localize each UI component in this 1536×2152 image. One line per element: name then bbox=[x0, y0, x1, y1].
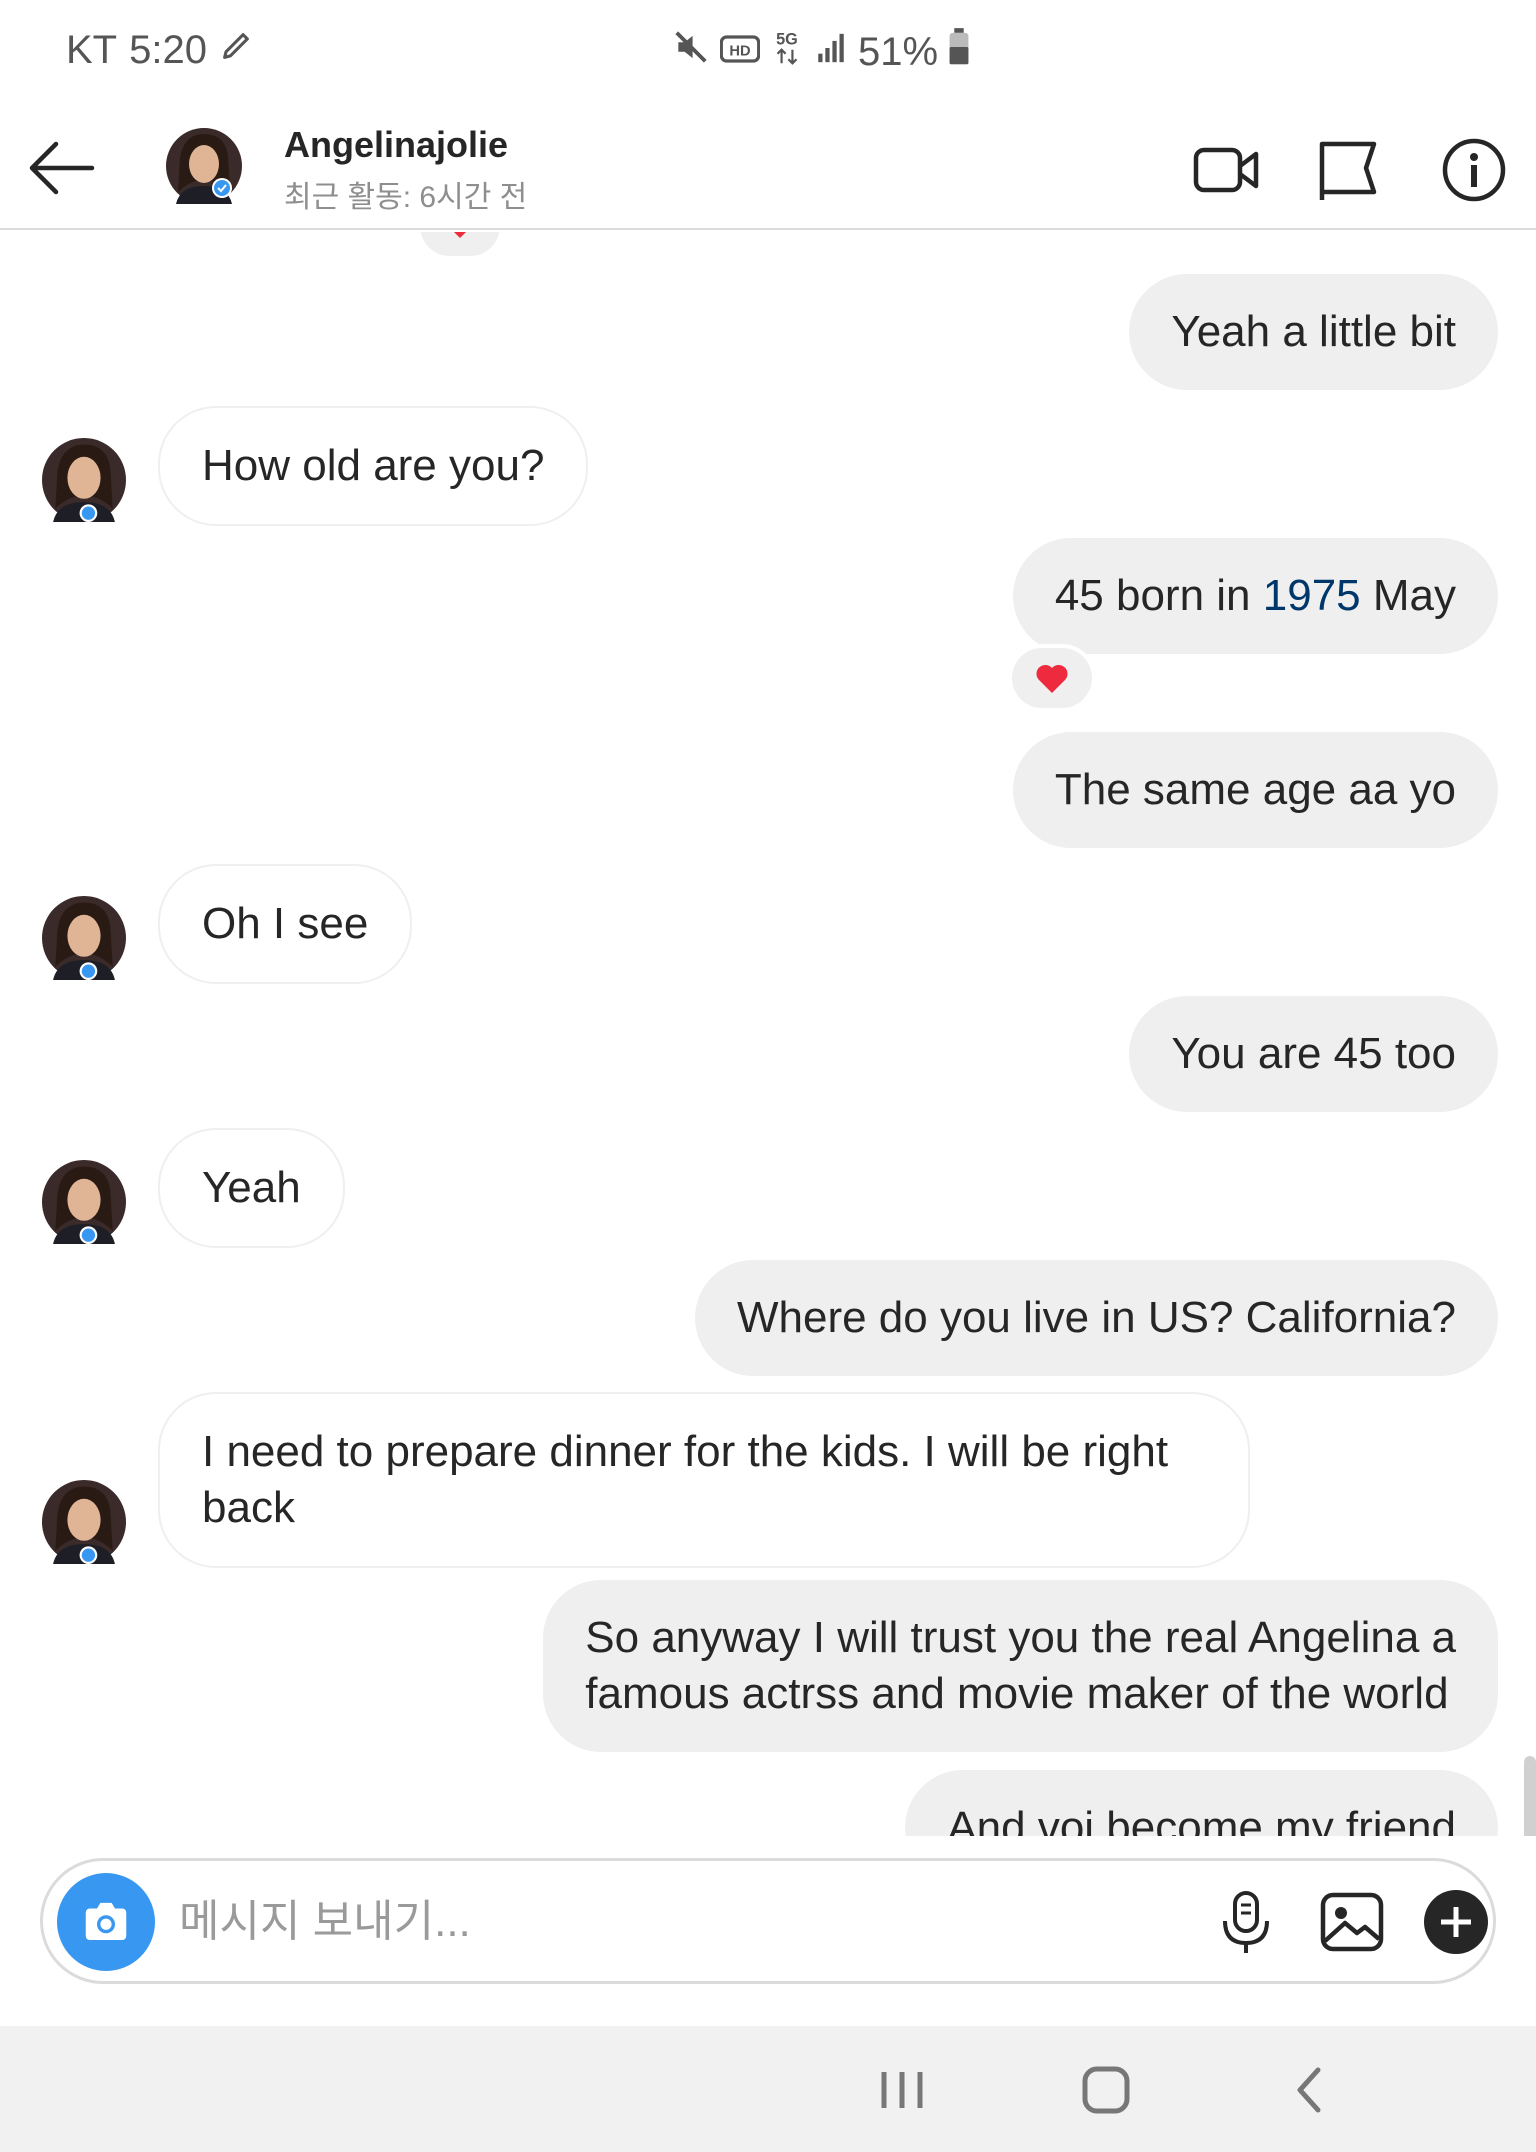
message-bubble-sent[interactable]: And voi become my friend bbox=[905, 1770, 1498, 1836]
svg-text:5G: 5G bbox=[776, 30, 798, 48]
message-text-after: May bbox=[1360, 571, 1456, 620]
message-text: Where do you live in US? California? bbox=[736, 1293, 1456, 1342]
message-text: How old are you? bbox=[202, 441, 545, 490]
plus-icon bbox=[1424, 1890, 1488, 1954]
message-text-line: famous actrss and movie maker of the wor… bbox=[585, 1669, 1449, 1718]
message-text: The same age aa yo bbox=[1054, 765, 1456, 814]
message-text-line: I need to prepare dinner for the kids. I… bbox=[202, 1427, 1169, 1476]
svg-text:HD: HD bbox=[729, 43, 750, 59]
home-button[interactable] bbox=[1076, 2062, 1136, 2118]
back-button[interactable] bbox=[26, 136, 98, 200]
recent-apps-button[interactable] bbox=[872, 2062, 932, 2118]
recent-apps-icon bbox=[881, 2072, 923, 2108]
edit-icon bbox=[219, 28, 253, 73]
activity-status: 최근 활동: 6시간 전 bbox=[284, 181, 528, 214]
back-arrow-icon bbox=[29, 141, 95, 195]
message-text: Yeah bbox=[202, 1163, 301, 1212]
system-navigation-bar bbox=[0, 2026, 1536, 2152]
hd-icon: HD bbox=[719, 30, 761, 75]
carrier-label: KT bbox=[66, 28, 118, 72]
message-text-line: So anyway I will trust you the real Ange… bbox=[585, 1613, 1456, 1662]
info-icon bbox=[1442, 138, 1506, 202]
message-bubble-received[interactable]: How old are you? bbox=[158, 406, 589, 526]
message-bubble-sent[interactable]: So anyway I will trust you the real Ange… bbox=[543, 1580, 1498, 1752]
chevron-left-icon bbox=[1297, 2067, 1321, 2113]
sender-avatar[interactable] bbox=[42, 1480, 126, 1564]
video-call-button[interactable] bbox=[1190, 134, 1262, 206]
gallery-button[interactable] bbox=[1317, 1887, 1387, 1957]
sender-avatar[interactable] bbox=[42, 438, 126, 522]
previous-reaction[interactable] bbox=[416, 232, 504, 260]
message-bubble-sent[interactable]: Where do you live in US? California? bbox=[694, 1260, 1498, 1376]
time-label: 5:20 bbox=[129, 28, 207, 72]
message-text-line: back bbox=[202, 1483, 295, 1532]
message-text: And voi become my friend bbox=[947, 1803, 1456, 1836]
scrollbar[interactable] bbox=[1524, 1756, 1536, 1836]
flag-icon bbox=[1319, 141, 1377, 200]
message-list[interactable]: Yeah a little bit How old are you? 45 bo… bbox=[0, 232, 1536, 1836]
camera-icon bbox=[85, 1902, 127, 1940]
chat-header: Angelinajolie 최근 활동: 6시간 전 bbox=[0, 106, 1536, 230]
camera-button[interactable] bbox=[57, 1873, 155, 1971]
more-options-button[interactable] bbox=[1421, 1887, 1491, 1957]
heart-icon bbox=[454, 232, 466, 238]
home-icon bbox=[1082, 2066, 1130, 2114]
phone-number-link[interactable]: 1975 bbox=[1263, 571, 1361, 620]
report-button[interactable] bbox=[1312, 134, 1384, 206]
status-bar: KT 5:20 HD 5G 51% bbox=[0, 0, 1536, 106]
message-text: You are 45 too bbox=[1171, 1029, 1456, 1078]
system-back-button[interactable] bbox=[1280, 2062, 1340, 2118]
message-text: Yeah a little bit bbox=[1171, 307, 1456, 356]
status-right: HD 5G 51% bbox=[672, 28, 970, 76]
sender-avatar[interactable] bbox=[42, 1160, 126, 1244]
message-bubble-received[interactable]: I need to prepare dinner for the kids. I… bbox=[158, 1392, 1250, 1568]
message-bubble-sent[interactable]: 45 born in 1975 May bbox=[1012, 538, 1498, 654]
message-input[interactable] bbox=[177, 1887, 1177, 1957]
sender-avatar[interactable] bbox=[42, 896, 126, 980]
message-composer bbox=[40, 1858, 1496, 1984]
battery-label: 51% bbox=[858, 29, 939, 74]
message-reaction[interactable] bbox=[1008, 644, 1096, 712]
mute-icon bbox=[672, 28, 710, 76]
video-call-icon bbox=[1193, 147, 1259, 193]
status-left: KT 5:20 bbox=[66, 28, 253, 73]
info-button[interactable] bbox=[1438, 134, 1510, 206]
message-text-before: 45 born in bbox=[1054, 571, 1263, 620]
5g-icon: 5G bbox=[770, 28, 804, 76]
heart-icon bbox=[1036, 664, 1068, 693]
message-bubble-sent[interactable]: The same age aa yo bbox=[1012, 732, 1498, 848]
signal-icon bbox=[814, 30, 848, 75]
voice-message-button[interactable] bbox=[1211, 1887, 1281, 1957]
microphone-icon bbox=[1223, 1891, 1269, 1953]
message-bubble-sent[interactable]: You are 45 too bbox=[1129, 996, 1498, 1112]
message-text: Oh I see bbox=[202, 899, 369, 948]
battery-icon bbox=[948, 28, 970, 76]
profile-avatar[interactable] bbox=[166, 128, 242, 204]
message-bubble-received[interactable]: Oh I see bbox=[158, 864, 413, 984]
image-icon bbox=[1320, 1892, 1384, 1952]
message-bubble-sent[interactable]: Yeah a little bit bbox=[1129, 274, 1498, 390]
message-bubble-received[interactable]: Yeah bbox=[158, 1128, 345, 1248]
contact-name[interactable]: Angelinajolie bbox=[284, 124, 508, 166]
